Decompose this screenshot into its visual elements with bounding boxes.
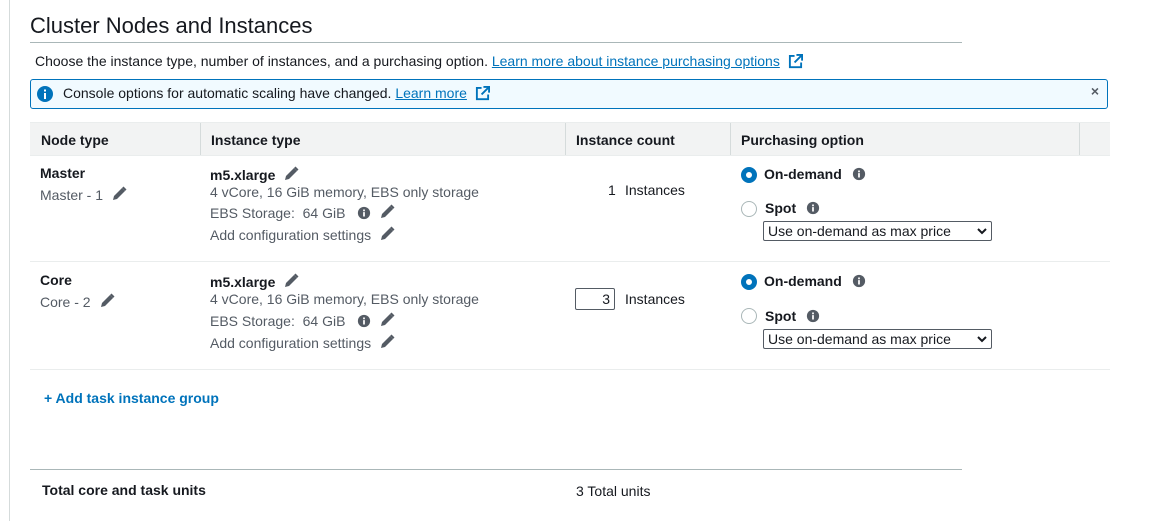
node-type: Core xyxy=(40,272,72,288)
max-price-select[interactable]: Use on-demand as max price xyxy=(763,221,992,241)
ebs-storage: EBS Storage: 64 GiB xyxy=(210,312,395,329)
table-row-core: Core Core - 2 m5.xlarge 4 vCore, 16 GiB … xyxy=(30,262,1110,369)
header-instance-count: Instance count xyxy=(576,132,675,148)
section-description: Choose the instance type, number of inst… xyxy=(35,53,803,69)
add-configuration-text[interactable]: Add configuration settings xyxy=(210,227,371,243)
banner-learn-more-link[interactable]: Learn more xyxy=(395,85,467,101)
instance-specs: 4 vCore, 16 GiB memory, EBS only storage xyxy=(210,291,479,307)
edit-pencil-icon[interactable] xyxy=(379,226,395,242)
left-border xyxy=(9,0,10,521)
ebs-value: 64 GiB xyxy=(302,313,346,329)
chevron-down-icon xyxy=(977,228,987,235)
edit-pencil-icon[interactable] xyxy=(379,334,395,350)
title-divider xyxy=(30,42,962,43)
on-demand-radio[interactable] xyxy=(741,274,757,290)
header-instance-type: Instance type xyxy=(211,132,301,148)
external-link-icon[interactable] xyxy=(475,86,490,101)
on-demand-label: On-demand xyxy=(764,273,866,289)
spot-radio[interactable] xyxy=(741,201,757,217)
node-name-text: Master - 1 xyxy=(40,187,104,203)
ebs-storage: EBS Storage: 64 GiB xyxy=(210,204,395,221)
table-row-master: Master Master - 1 m5.xlarge 4 vCore, 16 … xyxy=(30,155,1110,261)
column-divider xyxy=(200,123,201,155)
instance-count-input[interactable]: 3 xyxy=(575,288,615,310)
spot-label-text: Spot xyxy=(765,200,797,216)
add-configuration-text[interactable]: Add configuration settings xyxy=(210,335,371,351)
info-icon[interactable] xyxy=(806,309,820,323)
on-demand-label-text: On-demand xyxy=(764,273,842,289)
node-type: Master xyxy=(40,165,86,181)
spot-radio[interactable] xyxy=(741,308,757,324)
ebs-label: EBS Storage: xyxy=(210,313,295,329)
totals-divider xyxy=(30,469,962,470)
ebs-label: EBS Storage: xyxy=(210,205,295,221)
info-icon xyxy=(37,86,53,102)
banner-message-text: Console options for automatic scaling ha… xyxy=(63,85,392,101)
on-demand-radio[interactable] xyxy=(741,167,757,183)
edit-pencil-icon[interactable] xyxy=(99,293,115,309)
edit-pencil-icon[interactable] xyxy=(379,204,395,220)
instance-count-unit: Instances xyxy=(625,182,685,198)
spot-label: Spot xyxy=(765,200,820,216)
external-link-icon[interactable] xyxy=(788,54,803,69)
edit-pencil-icon[interactable] xyxy=(283,273,299,289)
totals-value: 3 Total units xyxy=(576,483,651,499)
row-divider xyxy=(30,369,1110,370)
chevron-down-icon xyxy=(977,336,987,343)
info-icon[interactable] xyxy=(852,274,866,288)
spot-label: Spot xyxy=(765,308,820,324)
totals-label: Total core and task units xyxy=(42,482,206,498)
column-divider xyxy=(565,123,566,155)
add-configuration[interactable]: Add configuration settings xyxy=(210,334,395,351)
info-icon[interactable] xyxy=(806,201,820,215)
node-name: Master - 1 xyxy=(40,186,127,203)
info-banner: Console options for automatic scaling ha… xyxy=(30,79,1108,109)
column-divider xyxy=(1079,123,1080,155)
ebs-value: 64 GiB xyxy=(302,205,346,221)
header-node-type: Node type xyxy=(41,132,109,148)
edit-pencil-icon[interactable] xyxy=(283,166,299,182)
max-price-select[interactable]: Use on-demand as max price xyxy=(763,329,992,349)
column-divider xyxy=(730,123,731,155)
instance-type-text: m5.xlarge xyxy=(210,167,276,183)
description-text: Choose the instance type, number of inst… xyxy=(35,53,488,69)
edit-pencil-icon[interactable] xyxy=(111,186,127,202)
instance-specs: 4 vCore, 16 GiB memory, EBS only storage xyxy=(210,184,479,200)
node-name: Core - 2 xyxy=(40,293,115,310)
instance-count-value: 1 xyxy=(608,182,616,198)
on-demand-label: On-demand xyxy=(764,166,866,182)
section-title: Cluster Nodes and Instances xyxy=(30,13,313,38)
instance-type: m5.xlarge xyxy=(210,273,299,290)
max-price-value: Use on-demand as max price xyxy=(768,331,951,347)
learn-more-purchasing-link[interactable]: Learn more about instance purchasing opt… xyxy=(492,53,780,69)
spot-label-text: Spot xyxy=(765,308,797,324)
instance-type-text: m5.xlarge xyxy=(210,274,276,290)
instance-type: m5.xlarge xyxy=(210,166,299,183)
table-header: Node type Instance type Instance count P… xyxy=(30,122,1110,156)
edit-pencil-icon[interactable] xyxy=(379,312,395,328)
header-purchasing-option: Purchasing option xyxy=(741,132,864,148)
add-configuration[interactable]: Add configuration settings xyxy=(210,226,395,243)
info-icon[interactable] xyxy=(357,206,371,220)
add-task-instance-group-link[interactable]: + Add task instance group xyxy=(44,390,219,406)
close-icon[interactable]: × xyxy=(1091,83,1099,99)
max-price-value: Use on-demand as max price xyxy=(768,223,951,239)
info-icon[interactable] xyxy=(852,167,866,181)
on-demand-label-text: On-demand xyxy=(764,166,842,182)
node-name-text: Core - 2 xyxy=(40,294,91,310)
info-icon[interactable] xyxy=(357,314,371,328)
banner-message: Console options for automatic scaling ha… xyxy=(63,85,490,101)
instance-count-unit: Instances xyxy=(625,291,685,307)
